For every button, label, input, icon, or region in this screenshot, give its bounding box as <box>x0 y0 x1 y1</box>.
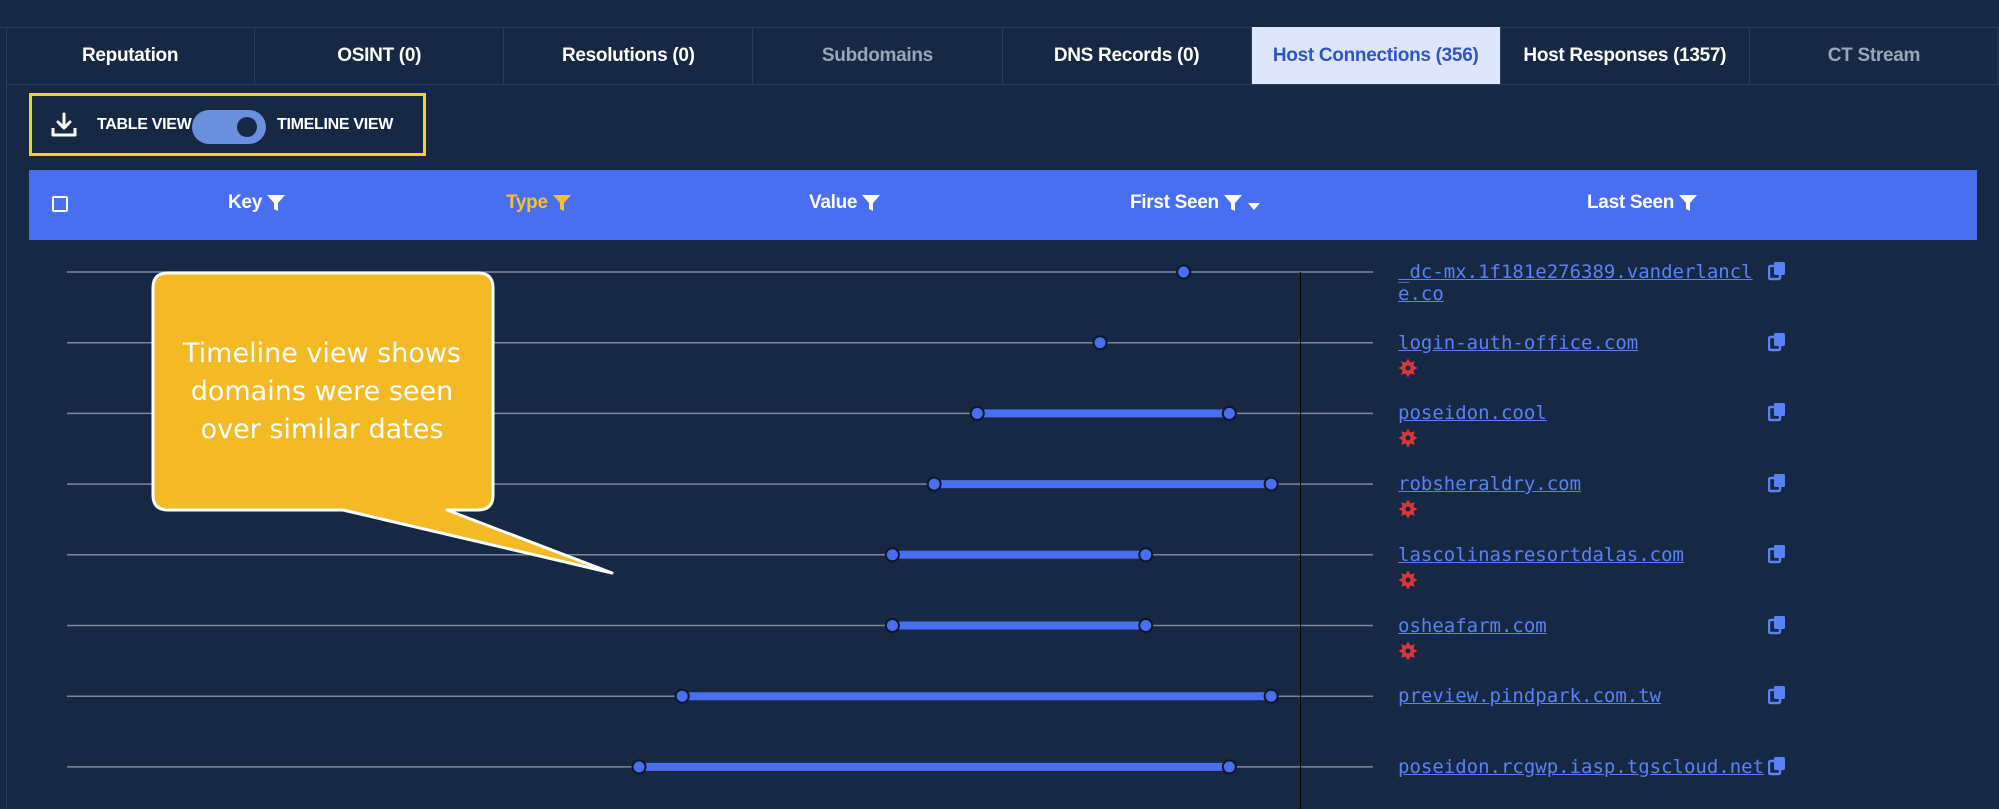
column-key-label: Key <box>228 192 262 213</box>
top-strip <box>0 0 1999 28</box>
last-seen-point[interactable] <box>1221 759 1237 775</box>
timeline-chart <box>67 264 1373 775</box>
first-seen-point[interactable] <box>884 547 900 563</box>
tab-dns-records[interactable]: DNS Records (0) <box>1003 27 1252 84</box>
filter-icon[interactable] <box>861 193 881 213</box>
first-seen-point[interactable] <box>969 405 985 421</box>
copy-icon[interactable] <box>1768 332 1786 352</box>
tab-osint[interactable]: OSINT (0) <box>255 27 505 84</box>
domain-link[interactable]: poseidon.rcgwp.iasp.tgscloud.net <box>1398 756 1768 778</box>
column-first-seen[interactable]: First Seen <box>1130 192 1261 214</box>
first-seen-point[interactable] <box>926 476 942 492</box>
last-seen-point[interactable] <box>1263 476 1279 492</box>
filter-icon[interactable] <box>1223 193 1243 213</box>
malicious-icon <box>1398 358 1418 378</box>
table-view-label: TABLE VIEW <box>97 116 192 133</box>
first-seen-point[interactable] <box>1092 335 1108 351</box>
copy-icon[interactable] <box>1768 615 1786 635</box>
sort-desc-icon[interactable] <box>1247 202 1261 212</box>
copy-icon[interactable] <box>1768 402 1786 422</box>
domain-link[interactable]: login-auth-office.com <box>1398 332 1768 354</box>
tab-reputation[interactable]: Reputation <box>6 27 256 84</box>
download-icon[interactable] <box>50 112 78 138</box>
copy-icon[interactable] <box>1768 473 1786 493</box>
timeline-view-label: TIMELINE VIEW <box>277 116 394 133</box>
view-toggle-switch[interactable] <box>192 110 266 144</box>
tab-resolutions[interactable]: Resolutions (0) <box>504 27 754 84</box>
callout-line: domains were seen <box>190 376 454 407</box>
tab-bar: Reputation OSINT (0) Resolutions (0) Sub… <box>6 27 1999 85</box>
column-value-label: Value <box>809 192 858 213</box>
malicious-icon <box>1398 570 1418 590</box>
today-marker-line <box>1300 272 1301 809</box>
column-first-seen-label: First Seen <box>1130 192 1219 213</box>
callout-line: Timeline view shows <box>183 338 461 369</box>
domain-link[interactable]: osheafarm.com <box>1398 615 1768 637</box>
filter-icon[interactable] <box>266 193 286 213</box>
first-seen-point[interactable] <box>674 688 690 704</box>
table-header: Key Type Value First Seen Last Seen <box>29 170 1977 240</box>
column-last-seen-label: Last Seen <box>1587 192 1675 213</box>
view-toggle-group: TABLE VIEW TIMELINE VIEW <box>29 93 426 156</box>
domain-link[interactable]: robsheraldry.com <box>1398 473 1768 495</box>
domain-link[interactable]: preview.pindpark.com.tw <box>1398 685 1768 707</box>
last-seen-point[interactable] <box>1138 547 1154 563</box>
column-type[interactable]: Type <box>506 192 572 214</box>
toggle-knob <box>237 117 257 137</box>
last-seen-point[interactable] <box>1138 618 1154 633</box>
timeline-rows: _dc-mx.1f181e276389.vanderlancle.cologin… <box>0 240 1999 809</box>
malicious-icon <box>1398 641 1418 660</box>
domain-link[interactable]: lascolinasresortdalas.com <box>1398 544 1768 566</box>
column-last-seen[interactable]: Last Seen <box>1587 192 1698 214</box>
copy-icon[interactable] <box>1768 261 1786 281</box>
callout-text: Timeline view shows domains were seen ov… <box>152 335 492 449</box>
column-value[interactable]: Value <box>809 192 881 214</box>
tab-host-connections[interactable]: Host Connections (356) <box>1251 27 1501 84</box>
copy-icon[interactable] <box>1768 756 1786 776</box>
select-all-checkbox[interactable] <box>52 196 68 212</box>
tab-host-responses[interactable]: Host Responses (1357) <box>1501 27 1750 84</box>
malicious-icon <box>1398 499 1418 519</box>
malicious-icon <box>1398 428 1418 448</box>
domain-link[interactable]: _dc-mx.1f181e276389.vanderlancle.co <box>1398 261 1768 305</box>
last-seen-point[interactable] <box>1221 405 1237 421</box>
last-seen-point[interactable] <box>1263 688 1279 704</box>
column-type-label: Type <box>506 192 548 213</box>
copy-icon[interactable] <box>1768 544 1786 564</box>
copy-icon[interactable] <box>1768 685 1786 705</box>
domain-link[interactable]: poseidon.cool <box>1398 402 1768 424</box>
callout-line: over similar dates <box>200 414 444 445</box>
first-seen-point[interactable] <box>884 618 900 633</box>
tab-subdomains[interactable]: Subdomains <box>753 27 1003 84</box>
tab-ct-stream[interactable]: CT Stream <box>1750 27 1999 84</box>
column-key[interactable]: Key <box>228 192 286 214</box>
filter-icon[interactable] <box>1678 193 1698 213</box>
first-seen-point[interactable] <box>631 759 647 775</box>
first-seen-point[interactable] <box>1176 264 1192 280</box>
filter-icon[interactable] <box>552 193 572 213</box>
